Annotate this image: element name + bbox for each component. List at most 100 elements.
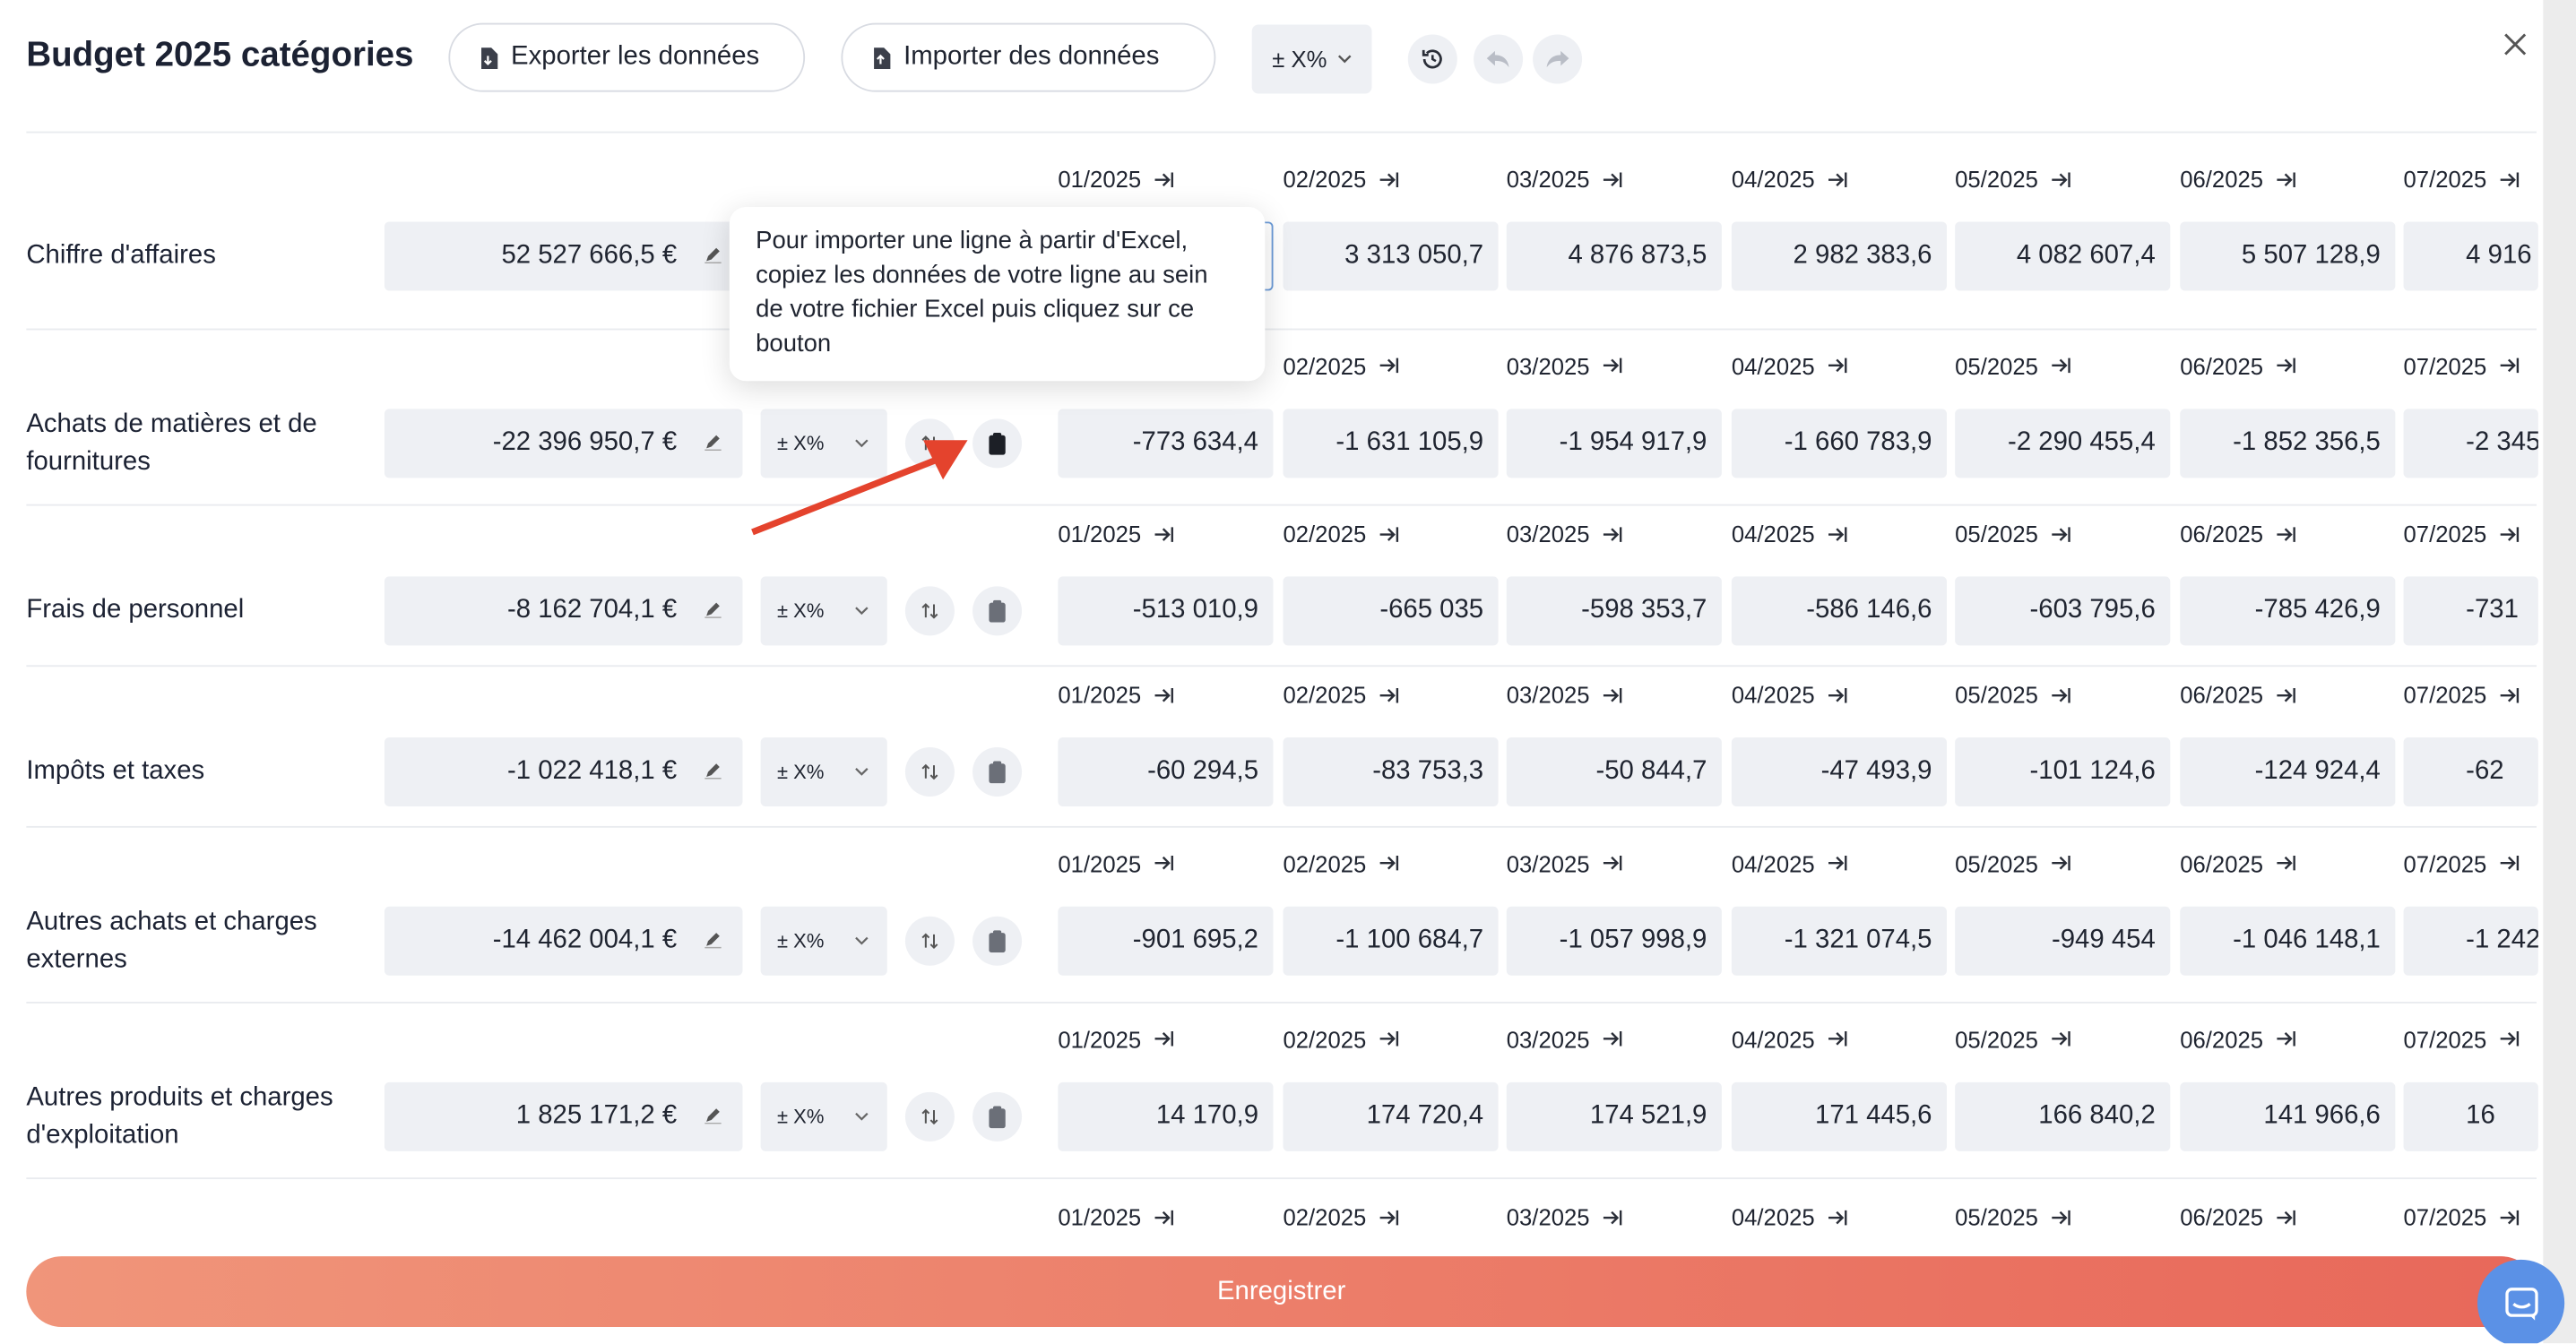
fill-right-icon[interactable] (1601, 525, 1622, 543)
fill-right-icon[interactable] (2050, 357, 2071, 375)
month-value-cell[interactable]: -1 100 684,7 (1283, 905, 1499, 975)
month-value-cell[interactable]: 174 521,9 (1506, 1081, 1722, 1150)
fill-right-icon[interactable] (1153, 170, 1174, 188)
fill-right-icon[interactable] (2275, 685, 2296, 703)
month-value-cell[interactable]: -83 753,3 (1283, 737, 1499, 806)
month-value-cell[interactable]: -50 844,7 (1506, 737, 1722, 806)
month-value-cell[interactable]: 141 966,6 (2180, 1081, 2396, 1150)
fill-right-icon[interactable] (2050, 1030, 2071, 1047)
row-total-field[interactable]: -14 462 004,1 € (384, 905, 743, 975)
save-button[interactable]: Enregistrer (26, 1256, 2537, 1327)
fill-right-icon[interactable] (2050, 525, 2071, 543)
month-value-cell[interactable]: -2 290 455,4 (1955, 408, 2171, 478)
row-total-field[interactable]: -22 396 950,7 € (384, 408, 743, 478)
export-data-button[interactable]: Exporter les données (448, 22, 806, 92)
month-value-cell[interactable]: 166 840,2 (1955, 1081, 2171, 1150)
history-button[interactable] (1407, 34, 1457, 84)
row-total-field[interactable]: 52 527 666,5 € (384, 221, 743, 291)
fill-right-icon[interactable] (2275, 1030, 2296, 1047)
fill-right-icon[interactable] (2498, 685, 2520, 703)
pencil-icon[interactable] (703, 761, 722, 780)
fill-right-icon[interactable] (1601, 685, 1622, 703)
month-value-cell[interactable]: -773 634,4 (1058, 408, 1274, 478)
close-icon[interactable] (2499, 28, 2532, 61)
month-value-cell[interactable]: 16 (2403, 1081, 2538, 1150)
fill-right-icon[interactable] (1378, 1208, 1399, 1226)
month-value-cell[interactable]: -1 046 148,1 (2180, 905, 2396, 975)
fill-right-icon[interactable] (1826, 170, 1847, 188)
chat-support-button[interactable] (2477, 1259, 2565, 1344)
row-percentage-select[interactable]: ± X% (760, 1081, 887, 1150)
month-value-cell[interactable]: 4 082 607,4 (1955, 221, 2171, 291)
month-value-cell[interactable]: -1 242 (2403, 905, 2538, 975)
fill-right-icon[interactable] (1378, 170, 1399, 188)
row-total-field[interactable]: -1 022 418,1 € (384, 737, 743, 806)
vertical-scrollbar[interactable] (2543, 0, 2576, 1344)
fill-right-icon[interactable] (2275, 854, 2296, 872)
fill-right-icon[interactable] (1378, 525, 1399, 543)
import-data-button[interactable]: Importer des données (841, 22, 1216, 92)
fill-right-icon[interactable] (1601, 1208, 1622, 1226)
month-value-cell[interactable]: -785 426,9 (2180, 576, 2396, 646)
paste-row-button[interactable] (972, 915, 1023, 965)
month-value-cell[interactable]: -1 852 356,5 (2180, 408, 2396, 478)
month-value-cell[interactable]: 5 507 128,9 (2180, 221, 2396, 291)
row-percentage-select[interactable]: ± X% (760, 905, 887, 975)
month-value-cell[interactable]: -731 (2403, 576, 2538, 646)
month-value-cell[interactable]: -60 294,5 (1058, 737, 1274, 806)
fill-right-icon[interactable] (2498, 170, 2520, 188)
month-value-cell[interactable]: 14 170,9 (1058, 1081, 1274, 1150)
fill-right-icon[interactable] (2275, 170, 2296, 188)
fill-right-icon[interactable] (1601, 854, 1622, 872)
fill-right-icon[interactable] (2498, 1208, 2520, 1226)
month-value-cell[interactable]: -62 (2403, 737, 2538, 806)
fill-right-icon[interactable] (1378, 685, 1399, 703)
month-value-cell[interactable]: 4 916 (2403, 221, 2538, 291)
month-value-cell[interactable]: -1 321 074,5 (1731, 905, 1947, 975)
row-total-field[interactable]: -8 162 704,1 € (384, 576, 743, 646)
month-value-cell[interactable]: 2 982 383,6 (1731, 221, 1947, 291)
pencil-icon[interactable] (703, 929, 722, 949)
fill-right-icon[interactable] (1601, 170, 1622, 188)
month-value-cell[interactable]: -2 345 (2403, 408, 2538, 478)
fill-right-icon[interactable] (1378, 357, 1399, 375)
pencil-icon[interactable] (703, 599, 722, 619)
sort-button[interactable] (904, 746, 955, 797)
pencil-icon[interactable] (703, 1105, 722, 1124)
fill-right-icon[interactable] (1153, 525, 1174, 543)
fill-right-icon[interactable] (2498, 357, 2520, 375)
fill-right-icon[interactable] (2498, 1030, 2520, 1047)
paste-row-button[interactable] (972, 586, 1023, 636)
paste-row-button[interactable] (972, 746, 1023, 797)
month-value-cell[interactable]: 3 313 050,7 (1283, 221, 1499, 291)
month-value-cell[interactable]: 4 876 873,5 (1506, 221, 1722, 291)
fill-right-icon[interactable] (1153, 1208, 1174, 1226)
fill-right-icon[interactable] (1153, 1030, 1174, 1047)
pencil-icon[interactable] (703, 245, 722, 264)
month-value-cell[interactable]: -47 493,9 (1731, 737, 1947, 806)
month-value-cell[interactable]: -1 954 917,9 (1506, 408, 1722, 478)
month-value-cell[interactable]: -665 035 (1283, 576, 1499, 646)
row-total-field[interactable]: 1 825 171,2 € (384, 1081, 743, 1150)
month-value-cell[interactable]: -586 146,6 (1731, 576, 1947, 646)
fill-right-icon[interactable] (1826, 357, 1847, 375)
fill-right-icon[interactable] (2498, 854, 2520, 872)
month-value-cell[interactable]: -513 010,9 (1058, 576, 1274, 646)
sort-button[interactable] (904, 915, 955, 965)
fill-right-icon[interactable] (2275, 525, 2296, 543)
fill-right-icon[interactable] (1826, 854, 1847, 872)
undo-button[interactable] (1474, 34, 1524, 84)
redo-button[interactable] (1533, 34, 1583, 84)
fill-right-icon[interactable] (1601, 1030, 1622, 1047)
fill-right-icon[interactable] (1826, 685, 1847, 703)
fill-right-icon[interactable] (2275, 1208, 2296, 1226)
month-value-cell[interactable]: 174 720,4 (1283, 1081, 1499, 1150)
fill-right-icon[interactable] (1153, 685, 1174, 703)
pencil-icon[interactable] (703, 431, 722, 451)
fill-right-icon[interactable] (1826, 1030, 1847, 1047)
sort-button[interactable] (904, 1090, 955, 1141)
fill-right-icon[interactable] (1826, 1208, 1847, 1226)
fill-right-icon[interactable] (2050, 685, 2071, 703)
fill-right-icon[interactable] (1378, 1030, 1399, 1047)
paste-row-button[interactable] (972, 1090, 1023, 1141)
